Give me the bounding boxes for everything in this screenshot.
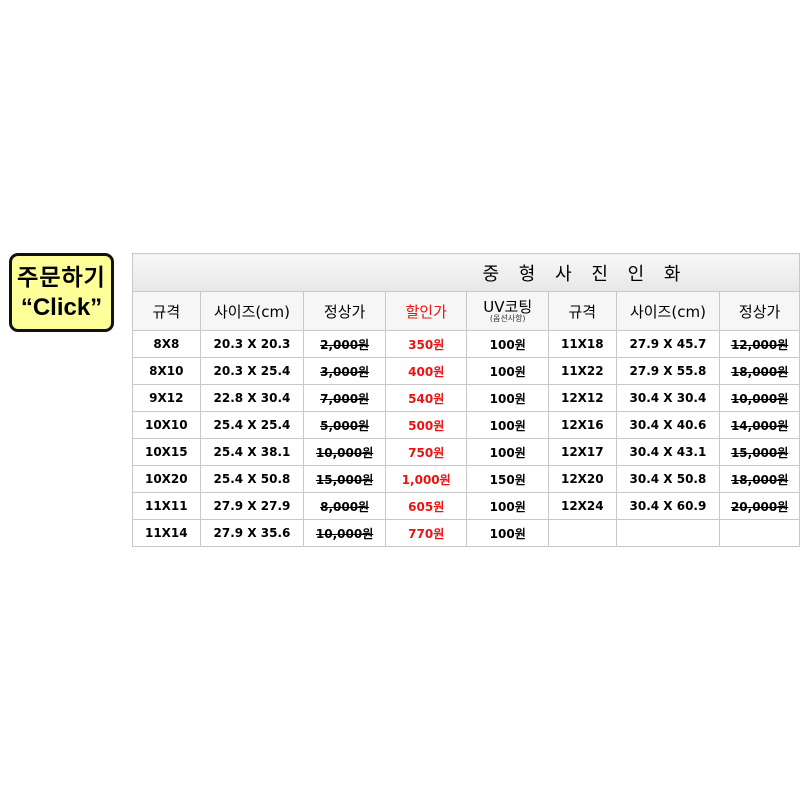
header-spec: 규격 (132, 291, 201, 331)
uv-price-cell: 100원 (466, 384, 549, 412)
spec-cell: 9X12 (132, 384, 201, 412)
spec-cell-right: 12X17 (547, 438, 617, 466)
size-cell: 27.9 X 35.6 (199, 519, 305, 547)
table-row: 11X14 27.9 X 35.6 10,000원 770원 100원 (132, 519, 800, 547)
regular-price-cell-right: 20,000원 (719, 492, 800, 520)
spec-cell: 10X20 (132, 465, 201, 493)
regular-price-cell: 5,000원 (303, 411, 386, 439)
size-cell: 22.8 X 30.4 (199, 384, 305, 412)
regular-price-cell-right: 18,000원 (719, 357, 800, 385)
regular-price-cell-right: 18,000원 (719, 465, 800, 493)
spec-cell: 8X10 (132, 357, 201, 385)
table-row: 8X8 20.3 X 20.3 2,000원 350원 100원 11X18 27.9 X … (132, 330, 800, 358)
size-cell-right: 27.9 X 45.7 (615, 330, 721, 358)
discount-price-cell: 750원 (384, 438, 468, 466)
header-discount-price: 할인가 (384, 291, 468, 331)
header-spec-right: 규격 (547, 291, 617, 331)
regular-price-cell-right (719, 519, 800, 547)
regular-price-cell: 10,000원 (303, 438, 386, 466)
header-size-right: 사이즈(cm) (615, 291, 721, 331)
discount-price-cell: 500원 (384, 411, 468, 439)
spec-cell: 11X14 (132, 519, 201, 547)
regular-price-cell: 2,000원 (303, 330, 386, 358)
size-cell-right: 27.9 X 55.8 (615, 357, 721, 385)
regular-price-cell-right: 14,000원 (719, 411, 800, 439)
discount-price-cell: 400원 (384, 357, 468, 385)
discount-price-cell: 1,000원 (384, 465, 468, 493)
uv-price-cell: 100원 (466, 330, 549, 358)
regular-price-cell: 10,000원 (303, 519, 386, 547)
discount-price-cell: 540원 (384, 384, 468, 412)
uv-price-cell: 100원 (466, 411, 549, 439)
spec-cell-right: 12X20 (547, 465, 617, 493)
size-cell-right: 30.4 X 30.4 (615, 384, 721, 412)
table-row: 10X15 25.4 X 38.1 10,000원 750원 100원 12X17 30.4… (132, 438, 800, 466)
size-cell: 25.4 X 38.1 (199, 438, 305, 466)
regular-price-cell: 15,000원 (303, 465, 386, 493)
header-uv-note: (옵션사항) (489, 314, 526, 323)
size-cell-right: 30.4 X 43.1 (615, 438, 721, 466)
table-row: 9X12 22.8 X 30.4 7,000원 540원 100원 12X12 30.4 X… (132, 384, 800, 412)
uv-price-cell: 150원 (466, 465, 549, 493)
size-cell-right: 30.4 X 60.9 (615, 492, 721, 520)
spec-cell-right: 12X12 (547, 384, 617, 412)
size-cell: 20.3 X 25.4 (199, 357, 305, 385)
table-row: 10X10 25.4 X 25.4 5,000원 500원 100원 12X16 30.4 … (132, 411, 800, 439)
size-cell: 20.3 X 20.3 (199, 330, 305, 358)
header-size: 사이즈(cm) (199, 291, 305, 331)
spec-cell-right: 11X22 (547, 357, 617, 385)
table-row: 10X20 25.4 X 50.8 15,000원 1,000원 150원 12X20 30… (132, 465, 800, 493)
spec-cell-right: 11X18 (547, 330, 617, 358)
spec-cell: 10X15 (132, 438, 201, 466)
regular-price-cell: 8,000원 (303, 492, 386, 520)
table-title: 중 형 사 진 인 화 (132, 253, 800, 292)
spec-cell: 10X10 (132, 411, 201, 439)
click-label: “Click” (20, 293, 103, 321)
regular-price-cell-right: 10,000원 (719, 384, 800, 412)
photo-print-price-table: 중 형 사 진 인 화 규격 사이즈(cm) 정상가 할인가 UV코팅 (옵션사… (132, 253, 800, 547)
size-cell: 25.4 X 50.8 (199, 465, 305, 493)
uv-price-cell: 100원 (466, 492, 549, 520)
order-button-label: 주문하기 (17, 264, 106, 291)
size-cell: 27.9 X 27.9 (199, 492, 305, 520)
header-uv-coating: UV코팅 (옵션사항) (466, 291, 549, 331)
table-row: 11X11 27.9 X 27.9 8,000원 605원 100원 12X24 30.4 … (132, 492, 800, 520)
header-regular-price: 정상가 (303, 291, 386, 331)
regular-price-cell: 7,000원 (303, 384, 386, 412)
order-click-button[interactable]: 주문하기 “Click” (9, 253, 114, 332)
table-row: 8X10 20.3 X 25.4 3,000원 400원 100원 11X22 27.9 X… (132, 357, 800, 385)
regular-price-cell-right: 15,000원 (719, 438, 800, 466)
discount-price-cell: 770원 (384, 519, 468, 547)
size-cell-right: 30.4 X 40.6 (615, 411, 721, 439)
size-cell-right: 30.4 X 50.8 (615, 465, 721, 493)
header-regular-price-right: 정상가 (719, 291, 800, 331)
size-cell-right (615, 519, 721, 547)
spec-cell-right (547, 519, 617, 547)
spec-cell-right: 12X16 (547, 411, 617, 439)
size-cell: 25.4 X 25.4 (199, 411, 305, 439)
regular-price-cell-right: 12,000원 (719, 330, 800, 358)
uv-price-cell: 100원 (466, 438, 549, 466)
discount-price-cell: 605원 (384, 492, 468, 520)
uv-price-cell: 100원 (466, 519, 549, 547)
spec-cell-right: 12X24 (547, 492, 617, 520)
discount-price-cell: 350원 (384, 330, 468, 358)
spec-cell: 8X8 (132, 330, 201, 358)
spec-cell: 11X11 (132, 492, 201, 520)
regular-price-cell: 3,000원 (303, 357, 386, 385)
uv-price-cell: 100원 (466, 357, 549, 385)
